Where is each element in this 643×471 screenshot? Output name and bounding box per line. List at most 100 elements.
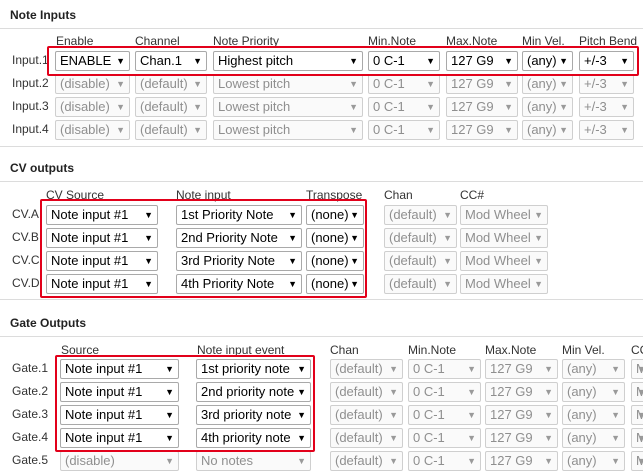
cv-3-field-3[interactable]: (none) ▼ (306, 251, 364, 271)
gate-1-field-1[interactable]: Note input #1 ▼ (60, 359, 179, 379)
input-1-field-2[interactable]: Chan.1 ▼ (135, 51, 207, 71)
gate-5-field-2-value: No notes (201, 453, 254, 468)
cv-1-field-1-value: Note input #1 (51, 207, 129, 222)
input-4-field-3[interactable]: Lowest pitch ▼ (213, 120, 363, 140)
input-4-field-5[interactable]: 127 G9 ▼ (446, 120, 518, 140)
cv-2-field-2[interactable]: 2nd Priority Note ▼ (176, 228, 302, 248)
input-2-field-5[interactable]: 127 G9 ▼ (446, 74, 518, 94)
gate-3-field-5[interactable]: 127 G9 ▼ (485, 405, 558, 425)
chevron-down-icon: ▼ (297, 456, 306, 466)
gate-2-field-3[interactable]: (default) ▼ (330, 382, 403, 402)
gate-4-field-6[interactable]: (any) ▼ (562, 428, 625, 448)
cv-1-field-5[interactable]: Mod Wheel ▼ (460, 205, 548, 225)
cv-3-field-1[interactable]: Note input #1 ▼ (46, 251, 158, 271)
input-1-field-5[interactable]: 127 G9 ▼ (446, 51, 518, 71)
cv-4-field-1-value: Note input #1 (51, 276, 129, 291)
gate-1-field-5[interactable]: 127 G9 ▼ (485, 359, 558, 379)
gate-1-field-7[interactable]: M▼ (631, 359, 643, 379)
input-1-field-7[interactable]: +/-3 ▼ (579, 51, 634, 71)
gate-4-field-7[interactable]: M▼ (631, 428, 643, 448)
input-2-field-1-value: (disable) (60, 76, 110, 91)
gate-5-field-1[interactable]: (disable) ▼ (60, 451, 179, 471)
cv-4-field-5[interactable]: Mod Wheel ▼ (460, 274, 548, 294)
input-3-field-2[interactable]: (default) ▼ (135, 97, 207, 117)
input-1-field-3[interactable]: Highest pitch ▼ (213, 51, 363, 71)
chevron-down-icon: ▼ (534, 279, 543, 289)
gate-5-field-2[interactable]: No notes ▼ (196, 451, 311, 471)
input-3-field-4[interactable]: 0 C-1 ▼ (368, 97, 440, 117)
gate-3-field-4[interactable]: 0 C-1 ▼ (408, 405, 481, 425)
col-pitch-bend: Pitch Bend (579, 34, 638, 48)
gate-1-field-4[interactable]: 0 C-1 ▼ (408, 359, 481, 379)
gate-4-field-4[interactable]: 0 C-1 ▼ (408, 428, 481, 448)
input-4-field-6[interactable]: (any) ▼ (522, 120, 573, 140)
cv-1-field-1[interactable]: Note input #1 ▼ (46, 205, 158, 225)
input-1-field-1[interactable]: ENABLE ▼ (55, 51, 130, 71)
input-4-field-1[interactable]: (disable) ▼ (55, 120, 130, 140)
gate-2-field-1[interactable]: Note input #1 ▼ (60, 382, 179, 402)
input-4-field-2[interactable]: (default) ▼ (135, 120, 207, 140)
gate-5-field-6[interactable]: (any) ▼ (562, 451, 625, 471)
cv-2-field-5[interactable]: Mod Wheel ▼ (460, 228, 548, 248)
chevron-down-icon: ▼ (611, 433, 620, 443)
input-2-field-7[interactable]: +/-3 ▼ (579, 74, 634, 94)
cv-4-field-3[interactable]: (none) ▼ (306, 274, 364, 294)
gate-5-field-7[interactable]: M▼ (631, 451, 643, 471)
cv-3-field-4[interactable]: (default) ▼ (384, 251, 457, 271)
gate-5-field-3[interactable]: (default) ▼ (330, 451, 403, 471)
input-1-field-6[interactable]: (any) ▼ (522, 51, 573, 71)
gate-5-field-6-value: (any) (567, 453, 597, 468)
input-3-field-5[interactable]: 127 G9 ▼ (446, 97, 518, 117)
cv-4-field-1[interactable]: Note input #1 ▼ (46, 274, 158, 294)
gate-2-field-7[interactable]: M▼ (631, 382, 643, 402)
cv-2-field-4[interactable]: (default) ▼ (384, 228, 457, 248)
gate-1-field-6[interactable]: (any) ▼ (562, 359, 625, 379)
gate-5-field-4-value: 0 C-1 (413, 453, 445, 468)
gate-1-field-2[interactable]: 1st priority note ▼ (196, 359, 311, 379)
gate-3-field-2[interactable]: 3rd priority note ▼ (196, 405, 311, 425)
input-3-field-3[interactable]: Lowest pitch ▼ (213, 97, 363, 117)
gate-5-field-5[interactable]: 127 G9 ▼ (485, 451, 558, 471)
gate-4-field-3[interactable]: (default) ▼ (330, 428, 403, 448)
cv-3-field-5[interactable]: Mod Wheel ▼ (460, 251, 548, 271)
gate-4-field-5[interactable]: 127 G9 ▼ (485, 428, 558, 448)
input-2-field-3[interactable]: Lowest pitch ▼ (213, 74, 363, 94)
gate-4-field-1[interactable]: Note input #1 ▼ (60, 428, 179, 448)
input-3-field-6[interactable]: (any) ▼ (522, 97, 573, 117)
gate-5-field-4[interactable]: 0 C-1 ▼ (408, 451, 481, 471)
gate-3-field-3[interactable]: (default) ▼ (330, 405, 403, 425)
chevron-down-icon: ▼ (504, 125, 513, 135)
gate-2-field-4[interactable]: 0 C-1 ▼ (408, 382, 481, 402)
input-4-field-4[interactable]: 0 C-1 ▼ (368, 120, 440, 140)
chevron-down-icon: ▼ (297, 433, 306, 443)
gate-2-field-5[interactable]: 127 G9 ▼ (485, 382, 558, 402)
gate-4-field-2[interactable]: 4th priority note ▼ (196, 428, 311, 448)
input-2-field-6[interactable]: (any) ▼ (522, 74, 573, 94)
input-4-field-7[interactable]: +/-3 ▼ (579, 120, 634, 140)
chevron-down-icon: ▼ (637, 406, 643, 424)
cv-4-field-4[interactable]: (default) ▼ (384, 274, 457, 294)
input-2-field-1[interactable]: (disable) ▼ (55, 74, 130, 94)
gate-2-field-2[interactable]: 2nd priority note ▼ (196, 382, 311, 402)
cv-3-field-2[interactable]: 3rd Priority Note ▼ (176, 251, 302, 271)
gate-3-field-6[interactable]: (any) ▼ (562, 405, 625, 425)
gate-2-field-3-value: (default) (335, 384, 383, 399)
input-1-field-4[interactable]: 0 C-1 ▼ (368, 51, 440, 71)
cv-2-field-1[interactable]: Note input #1 ▼ (46, 228, 158, 248)
gate-3-field-7[interactable]: M▼ (631, 405, 643, 425)
input-3-field-7[interactable]: +/-3 ▼ (579, 97, 634, 117)
gate-1-field-3[interactable]: (default) ▼ (330, 359, 403, 379)
input-2-field-2[interactable]: (default) ▼ (135, 74, 207, 94)
cv-1-field-4[interactable]: (default) ▼ (384, 205, 457, 225)
cv-2-field-3[interactable]: (none) ▼ (306, 228, 364, 248)
cv-1-field-3[interactable]: (none) ▼ (306, 205, 364, 225)
chevron-down-icon: ▼ (297, 387, 306, 397)
cv-1-field-2[interactable]: 1st Priority Note ▼ (176, 205, 302, 225)
gate-1-field-2-value: 1st priority note (201, 361, 290, 376)
cv-4-field-2[interactable]: 4th Priority Note ▼ (176, 274, 302, 294)
gate-2-field-6[interactable]: (any) ▼ (562, 382, 625, 402)
input-4-field-5-value: 127 G9 (451, 122, 494, 137)
input-2-field-4[interactable]: 0 C-1 ▼ (368, 74, 440, 94)
gate-3-field-1[interactable]: Note input #1 ▼ (60, 405, 179, 425)
input-3-field-1[interactable]: (disable) ▼ (55, 97, 130, 117)
